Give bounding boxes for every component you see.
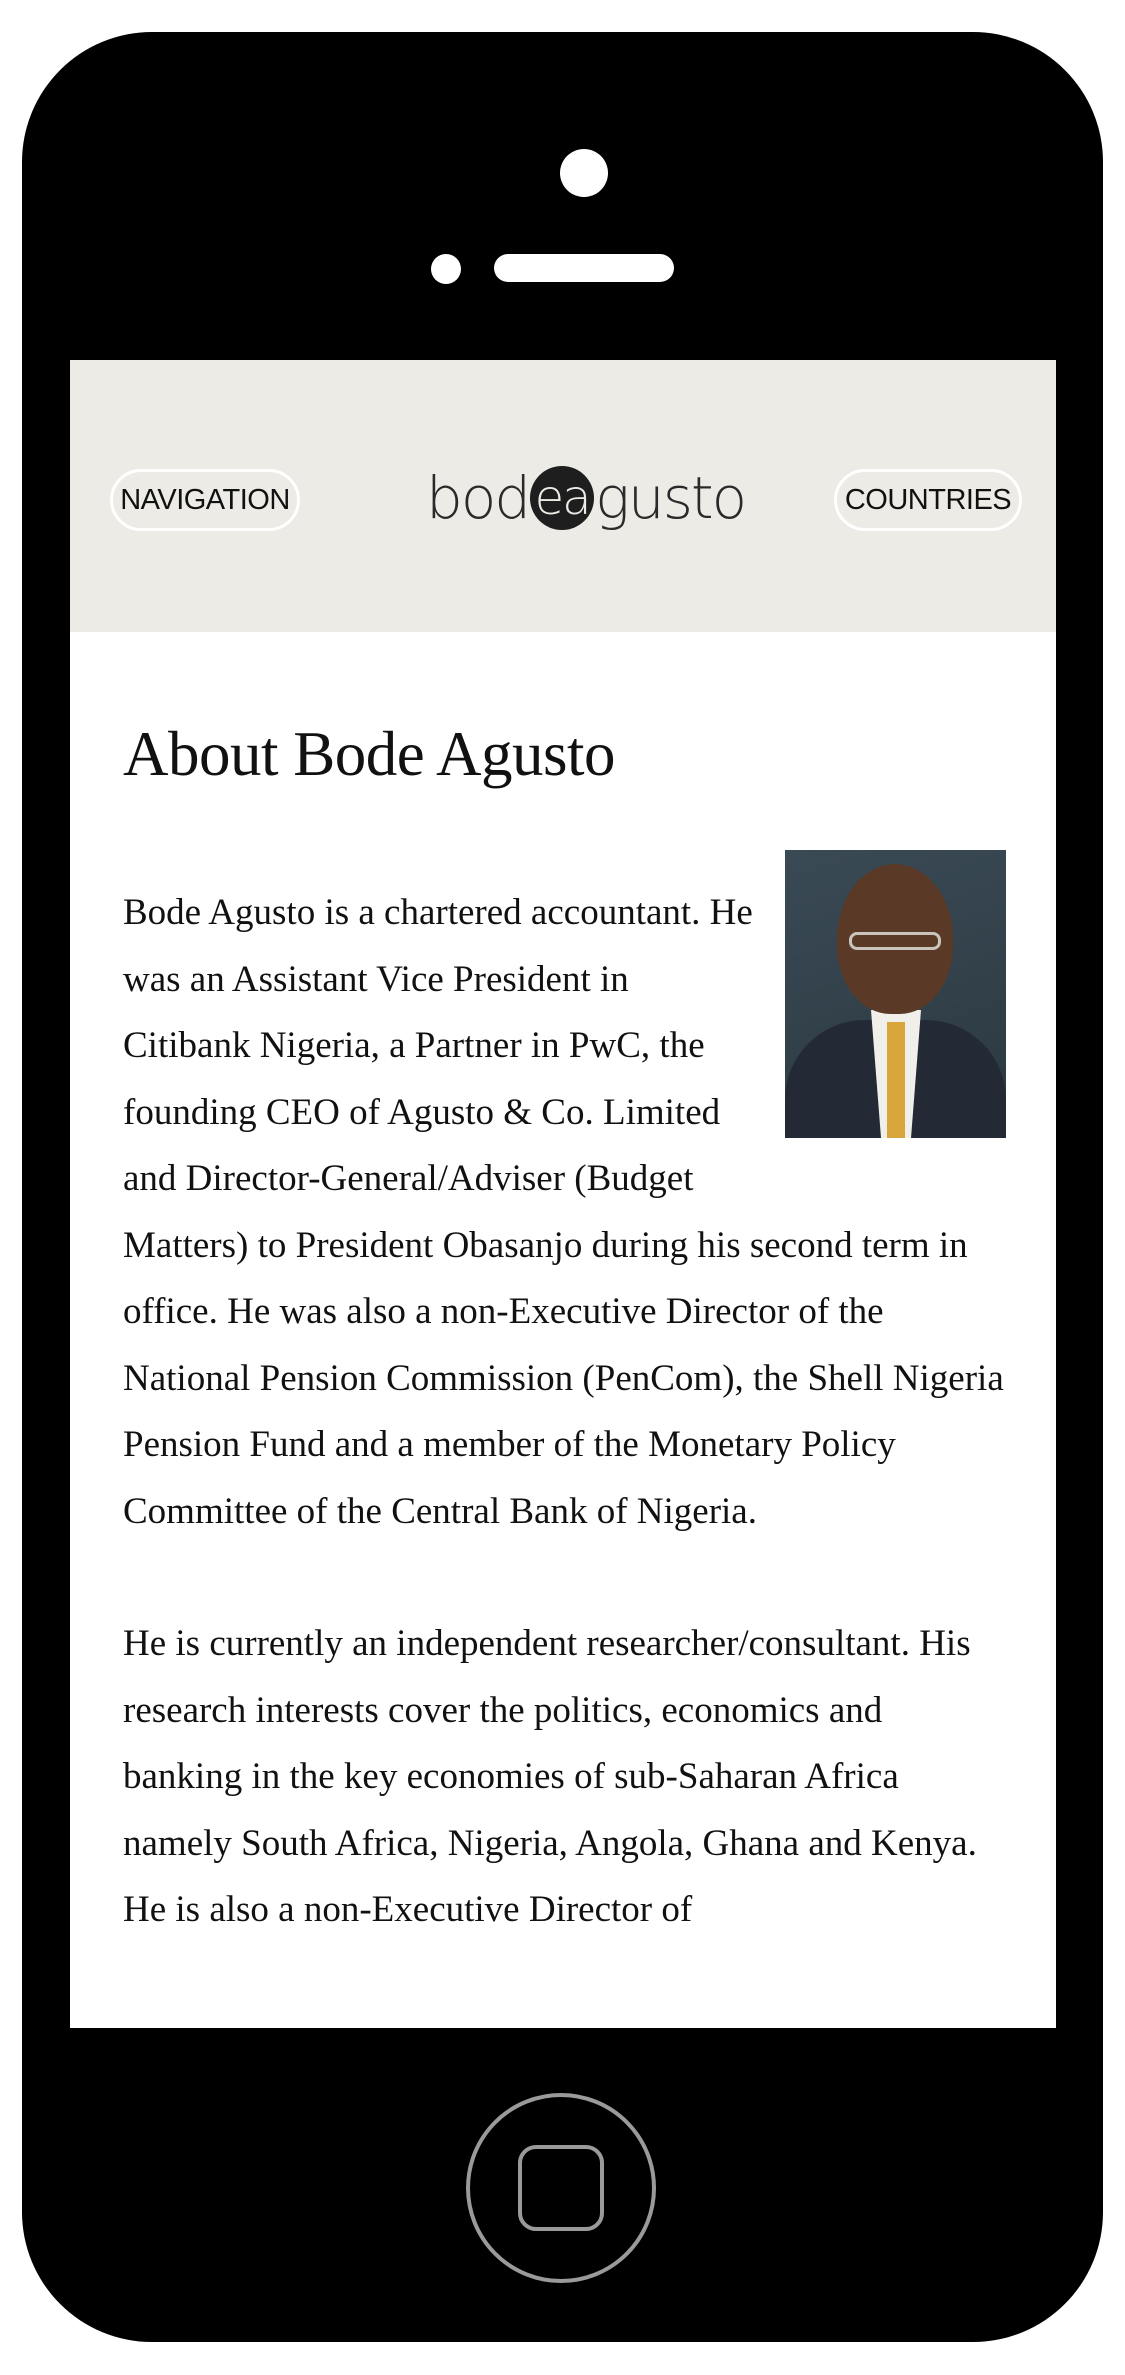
logo-text-start: bod <box>426 464 531 532</box>
logo-text-end: gusto <box>595 464 747 532</box>
sensor-icon <box>431 254 461 284</box>
site-logo[interactable]: bod ea gusto <box>426 458 747 538</box>
page-title: About Bode Agusto <box>123 719 616 789</box>
countries-button[interactable]: COUNTRIES <box>834 469 1022 531</box>
front-camera-icon <box>560 149 608 197</box>
photo-glasses <box>849 932 941 950</box>
article-body: Bode Agusto is a chartered accountant. H… <box>123 850 1006 2010</box>
portrait-photo <box>785 850 1006 1138</box>
home-square-icon <box>518 2145 604 2231</box>
home-button[interactable] <box>466 2093 656 2283</box>
navigation-button[interactable]: NAVIGATION <box>110 469 300 531</box>
speaker-grille <box>494 254 674 282</box>
logo-mark: ea <box>530 466 595 530</box>
photo-tie <box>887 1022 905 1138</box>
site-header: NAVIGATION bod ea gusto COUNTRIES <box>70 360 1056 632</box>
screen: NAVIGATION bod ea gusto COUNTRIES About Bo… <box>70 360 1056 2028</box>
bio-paragraph-2: He is currently an independent researche… <box>123 1623 977 1930</box>
